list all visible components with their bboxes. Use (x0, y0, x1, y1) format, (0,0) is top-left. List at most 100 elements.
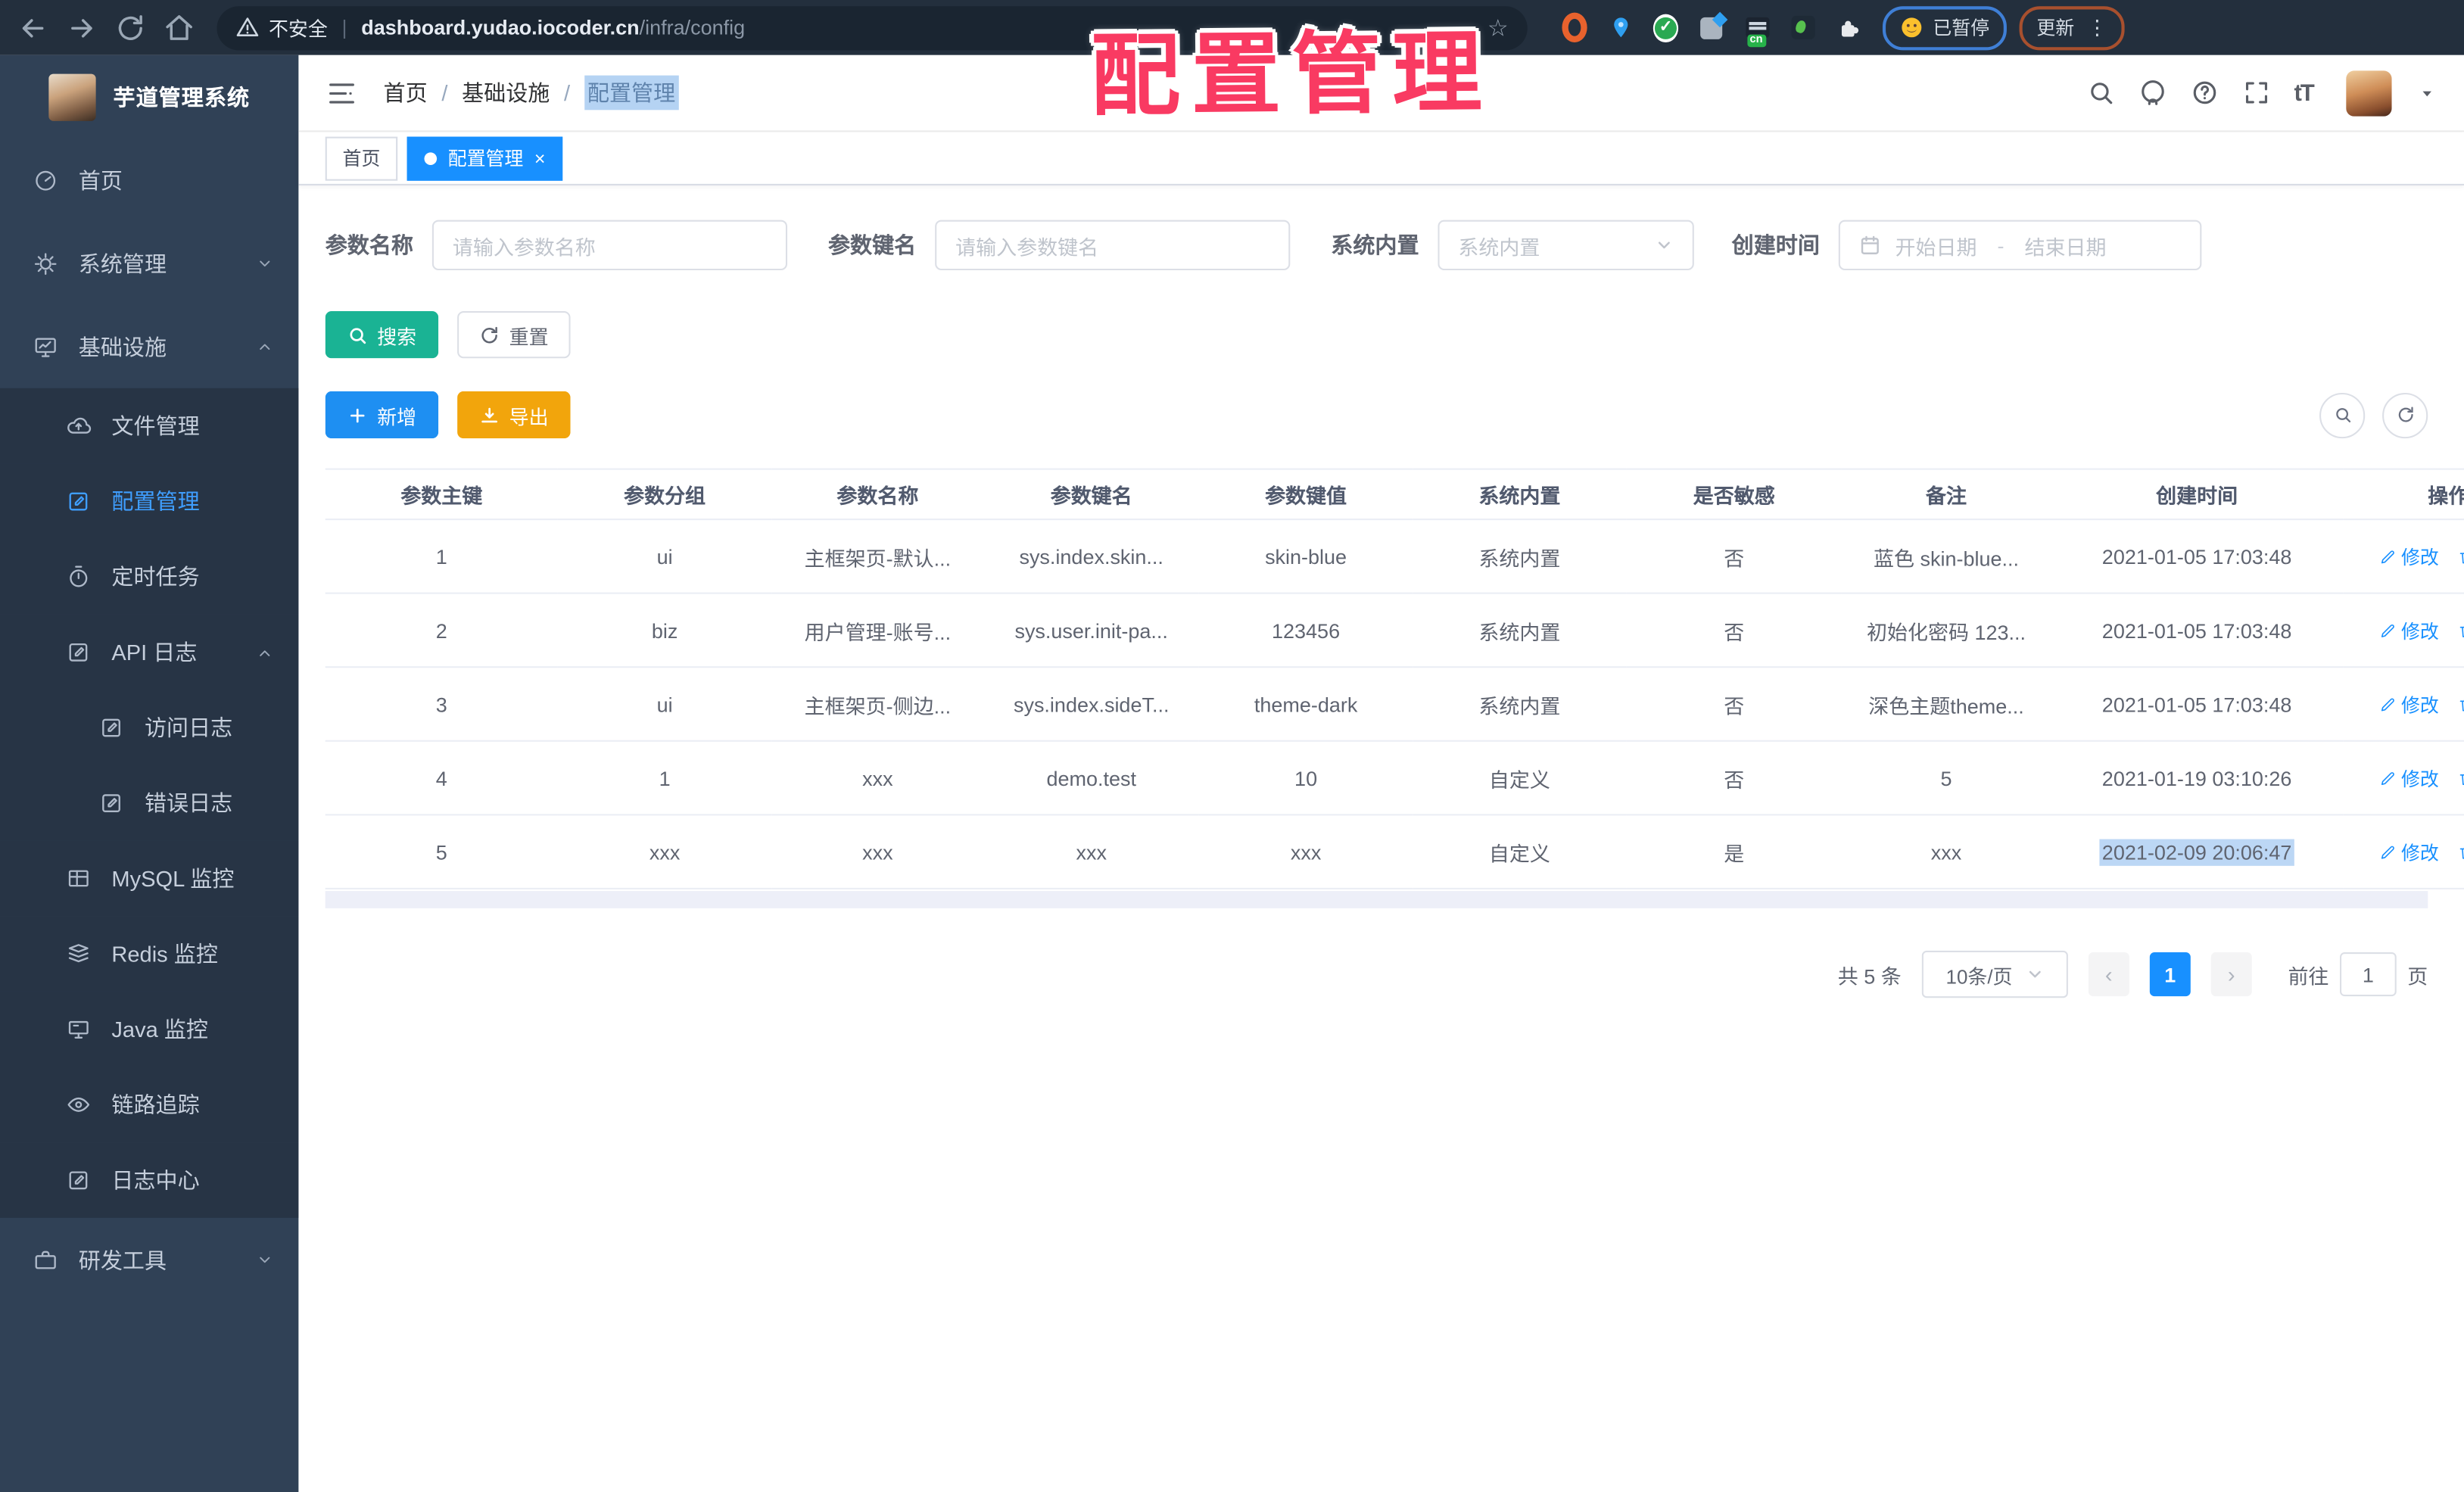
chevron-down-icon (1655, 235, 1674, 254)
extension-icons: ✓ cn (1562, 12, 1861, 48)
table-row: 3 ui 主框架页-侧边... sys.index.sideT... theme-dar… (325, 667, 2464, 742)
help-icon[interactable] (2190, 79, 2218, 107)
green-check-extension-icon[interactable]: ✓ (1653, 13, 1679, 42)
sidebar-fold-icon[interactable] (327, 78, 357, 107)
pin-extension-icon[interactable] (1608, 15, 1633, 40)
cell: 123456 (1198, 593, 1413, 668)
delete-link[interactable]: 删除 (2458, 838, 2464, 864)
sidebar-item-label: API 日志 (111, 639, 198, 665)
add-button[interactable]: 新增 (325, 391, 439, 439)
avatar-caret-icon[interactable] (2419, 84, 2436, 101)
export-button[interactable]: 导出 (457, 391, 571, 439)
edit-link[interactable]: 修改 (2379, 838, 2439, 864)
cell: 深色主题theme... (1841, 667, 2051, 742)
extensions-puzzle-icon[interactable] (1836, 15, 1861, 40)
cell: 用户管理-账号... (771, 593, 984, 668)
edit-link[interactable]: 修改 (2379, 765, 2439, 791)
breadcrumb-infra[interactable]: 基础设施 (462, 77, 550, 109)
sidebar-item-11[interactable]: Java 监控 (0, 991, 299, 1067)
delete-link[interactable]: 删除 (2458, 765, 2464, 791)
font-size-icon[interactable]: tT (2294, 79, 2314, 106)
forward-icon[interactable] (66, 12, 98, 44)
cell: theme-dark (1198, 667, 1413, 742)
prev-page-button[interactable]: ‹ (2088, 952, 2129, 997)
hide-search-button[interactable] (2319, 391, 2366, 438)
filter-form: 参数名称 请输入参数名称 参数键名 请输入参数键名 系统内置 系统内置 创建时间… (326, 220, 2428, 271)
sidebar-item-label: 研发工具 (78, 1247, 167, 1272)
paused-badge[interactable]: 已暂停 (1882, 5, 2007, 50)
sidebar-item-8[interactable]: 错误日志 (0, 765, 299, 841)
cell: 1 (325, 519, 558, 594)
current-page-button[interactable]: 1 (2149, 952, 2191, 997)
search-button[interactable]: 搜索 (325, 311, 439, 359)
breadcrumb: 首页 / 基础设施 / 配置管理 (384, 75, 679, 111)
refresh-table-button[interactable] (2382, 391, 2428, 438)
cell: 否 (1626, 740, 1842, 816)
reload-icon[interactable] (115, 12, 147, 44)
table-row: 2 biz 用户管理-账号... sys.user.init-pa... 123456 系… (325, 593, 2464, 668)
timer-icon (66, 564, 91, 589)
cell: 4 (325, 740, 558, 816)
column-header-9: 操作 (2343, 468, 2464, 521)
row-actions: 修改删除 (2343, 519, 2464, 594)
param-key-label: 参数键名 (827, 232, 917, 258)
monkey-extension-icon[interactable] (1790, 15, 1815, 40)
sidebar-item-14[interactable]: 研发工具 (0, 1218, 298, 1301)
sidebar-item-2[interactable]: 基础设施 (0, 305, 298, 388)
sidebar-item-13[interactable]: 日志中心 (0, 1142, 299, 1218)
reset-button[interactable]: 重置 (457, 311, 571, 359)
tab-close-icon[interactable]: × (534, 148, 546, 167)
sidebar-item-0[interactable]: 首页 (0, 139, 298, 222)
github-icon[interactable] (2138, 79, 2167, 107)
not-secure-warning-icon[interactable] (235, 16, 259, 39)
gray-diamond-extension-icon[interactable] (1699, 15, 1724, 40)
back-icon[interactable] (17, 12, 49, 44)
edit-link[interactable]: 修改 (2379, 617, 2439, 643)
orange-ring-extension-icon[interactable] (1562, 12, 1587, 43)
param-name-input[interactable]: 请输入参数名称 (431, 220, 788, 271)
goto-page-input[interactable]: 1 (2339, 952, 2397, 997)
sidebar-item-4[interactable]: 配置管理 (0, 463, 299, 540)
cell: 2 (325, 593, 558, 668)
delete-link[interactable]: 删除 (2458, 543, 2464, 569)
fullscreen-icon[interactable] (2242, 79, 2270, 107)
breadcrumb-home[interactable]: 首页 (384, 77, 428, 109)
search-icon[interactable] (2086, 79, 2114, 107)
delete-link[interactable]: 删除 (2458, 617, 2464, 643)
sidebar-item-label: Redis 监控 (111, 941, 218, 967)
next-page-button[interactable]: › (2210, 952, 2252, 997)
tab-home[interactable]: 首页 (325, 135, 398, 180)
sidebar-item-7[interactable]: 访问日志 (0, 690, 299, 765)
browser-menu-icon[interactable]: ⋮ (2087, 15, 2107, 40)
sidebar-item-5[interactable]: 定时任务 (0, 539, 299, 615)
app-logo-block[interactable]: 芋道管理系统 (0, 55, 298, 139)
edit-link[interactable]: 修改 (2379, 543, 2439, 569)
sidebar-item-6[interactable]: API 日志 (0, 614, 299, 690)
sidebar-item-9[interactable]: MySQL 监控 (0, 840, 299, 917)
sidebar-item-10[interactable]: Redis 监控 (0, 916, 299, 992)
app-logo-image (48, 73, 96, 120)
delete-link[interactable]: 删除 (2458, 690, 2464, 717)
cell: demo.test (983, 740, 1199, 816)
param-key-input[interactable]: 请输入参数键名 (935, 220, 1291, 271)
tab-config[interactable]: 配置管理 × (407, 135, 563, 180)
sidebar-item-1[interactable]: 系统管理 (0, 222, 298, 305)
chevron-down-icon (254, 1249, 275, 1269)
pencil-icon (2379, 547, 2397, 565)
column-header-1: 参数分组 (557, 468, 772, 521)
cn-translate-extension-icon[interactable]: cn (1744, 15, 1769, 48)
home-icon[interactable] (164, 12, 195, 44)
sidebar-item-12[interactable]: 链路追踪 (0, 1067, 299, 1143)
edit-link[interactable]: 修改 (2379, 690, 2439, 717)
update-button[interactable]: 更新 ⋮ (2019, 5, 2125, 50)
page-size-select[interactable]: 10条/页 (1921, 950, 2068, 998)
sidebar-item-label: 系统管理 (78, 251, 167, 276)
url-separator: | (341, 15, 347, 39)
user-avatar[interactable] (2346, 70, 2392, 116)
date-range-picker[interactable]: 开始日期 - 结束日期 (1838, 220, 2202, 271)
sidebar-item-3[interactable]: 文件管理 (0, 388, 299, 464)
sidebar-item-label: 基础设施 (78, 334, 167, 360)
builtin-select[interactable]: 系统内置 (1438, 220, 1694, 271)
row-actions: 修改删除 (2343, 740, 2464, 816)
table-scrollbar-track[interactable] (325, 891, 2428, 908)
